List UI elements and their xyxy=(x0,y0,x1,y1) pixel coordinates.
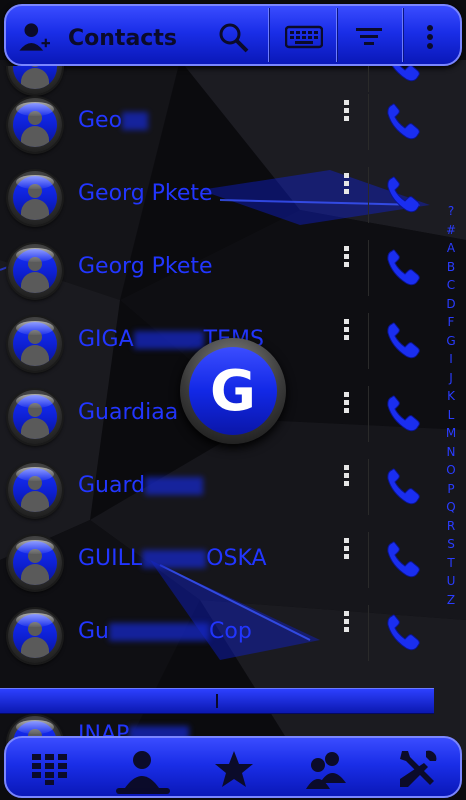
contact-avatar[interactable] xyxy=(8,98,62,152)
row-divider xyxy=(368,386,369,442)
alphabet-index-letter[interactable]: O xyxy=(440,461,462,480)
search-icon[interactable] xyxy=(216,20,250,54)
row-divider xyxy=(368,532,369,588)
alphabet-index-letter[interactable]: M xyxy=(440,424,462,443)
call-phone-icon[interactable] xyxy=(384,321,422,361)
keyboard-icon[interactable] xyxy=(284,20,324,54)
row-divider xyxy=(368,167,369,223)
alphabet-index-letter[interactable]: # xyxy=(440,221,462,240)
alphabet-index-letter[interactable]: S xyxy=(440,535,462,554)
contact-name: Gu Cop xyxy=(78,619,252,644)
alphabet-index-letter[interactable]: G xyxy=(440,332,462,351)
add-contact-icon[interactable] xyxy=(16,20,50,54)
list-item[interactable]: Georg Pkete xyxy=(0,232,466,305)
drag-handle-icon[interactable] xyxy=(344,100,350,124)
bottom-tab-bar xyxy=(4,736,462,798)
favorites-star-icon[interactable] xyxy=(204,744,264,794)
drag-handle-icon[interactable] xyxy=(344,173,350,197)
toolbar-divider xyxy=(268,8,270,62)
drag-handle-icon[interactable] xyxy=(344,538,350,562)
drag-handle-icon[interactable] xyxy=(344,465,350,489)
groups-icon[interactable] xyxy=(296,744,356,794)
row-divider xyxy=(368,94,369,150)
alphabet-index-letter[interactable]: B xyxy=(440,258,462,277)
list-item[interactable]: Gu Cop xyxy=(0,597,466,670)
drag-handle-icon[interactable] xyxy=(344,246,350,270)
list-item[interactable]: GUILL OSKA xyxy=(0,524,466,597)
call-phone-icon[interactable] xyxy=(384,613,422,653)
alphabet-index-letter[interactable]: K xyxy=(440,387,462,406)
contact-avatar[interactable] xyxy=(8,463,62,517)
contact-avatar[interactable] xyxy=(8,390,62,444)
call-phone-icon[interactable] xyxy=(384,175,422,215)
contact-avatar[interactable] xyxy=(8,171,62,225)
row-divider xyxy=(368,605,369,661)
call-phone-icon[interactable] xyxy=(384,467,422,507)
alphabet-index-letter[interactable]: ? xyxy=(440,202,462,221)
active-tab-indicator xyxy=(116,788,170,794)
contact-name: GUILL OSKA xyxy=(78,546,267,571)
page-title: Contacts xyxy=(68,26,177,51)
contact-icon[interactable] xyxy=(112,744,172,794)
top-toolbar: Contacts xyxy=(4,4,462,66)
call-phone-icon[interactable] xyxy=(384,66,422,84)
alphabet-index-letter[interactable]: P xyxy=(440,480,462,499)
alphabet-index-letter[interactable]: R xyxy=(440,517,462,536)
alphabet-index-letter[interactable]: I xyxy=(440,350,462,369)
alphabet-index[interactable]: ? # A B C D F G I J K L M N O P Q R S T U Z xyxy=(440,202,462,609)
list-item[interactable]: Georg Pkete xyxy=(0,159,466,232)
alphabet-index-letter[interactable]: F xyxy=(440,313,462,332)
contact-name: Guardiaa xyxy=(78,400,179,425)
redacted-text xyxy=(133,331,204,349)
contact-name: Geo xyxy=(78,108,149,133)
alphabet-index-letter[interactable]: Z xyxy=(440,591,462,610)
alphabet-index-letter[interactable]: A xyxy=(440,239,462,258)
row-divider xyxy=(368,240,369,296)
contact-name: Georg Pkete xyxy=(78,254,213,279)
row-divider xyxy=(368,459,369,515)
contact-avatar[interactable] xyxy=(8,536,62,590)
contact-avatar[interactable] xyxy=(8,244,62,298)
alphabet-index-letter[interactable]: C xyxy=(440,276,462,295)
alphabet-index-letter[interactable]: T xyxy=(440,554,462,573)
alphabet-index-letter[interactable]: Q xyxy=(440,498,462,517)
fast-scroll-letter: G xyxy=(189,347,277,435)
call-phone-icon[interactable] xyxy=(384,248,422,288)
sort-icon[interactable] xyxy=(352,20,386,54)
list-item[interactable]: Guard xyxy=(0,451,466,524)
drag-handle-icon[interactable] xyxy=(344,611,350,635)
redacted-text xyxy=(142,550,207,568)
scroll-slider-thumb[interactable] xyxy=(216,694,218,708)
contact-name: Georg Pkete xyxy=(78,181,213,206)
alphabet-index-letter[interactable]: D xyxy=(440,295,462,314)
contact-name: Guard xyxy=(78,473,204,498)
call-phone-icon[interactable] xyxy=(384,540,422,580)
drag-handle-icon[interactable] xyxy=(344,392,350,416)
list-item[interactable]: Geo xyxy=(0,86,466,159)
alphabet-index-letter[interactable]: N xyxy=(440,443,462,462)
redacted-text xyxy=(109,623,209,641)
scroll-slider[interactable] xyxy=(0,688,434,714)
alphabet-index-letter[interactable]: J xyxy=(440,369,462,388)
drag-handle-icon[interactable] xyxy=(344,319,350,343)
contact-avatar[interactable] xyxy=(8,609,62,663)
overflow-menu-icon[interactable] xyxy=(418,20,442,54)
call-phone-icon[interactable] xyxy=(384,102,422,142)
dialpad-icon[interactable] xyxy=(20,744,80,794)
contact-avatar[interactable] xyxy=(8,317,62,371)
fast-scroll-letter-bubble: G xyxy=(180,338,286,444)
alphabet-index-letter[interactable]: U xyxy=(440,572,462,591)
redacted-text xyxy=(122,112,149,130)
row-divider xyxy=(368,313,369,369)
toolbar-divider xyxy=(402,8,404,62)
redacted-text xyxy=(145,477,204,495)
settings-tools-icon[interactable] xyxy=(388,744,448,794)
call-phone-icon[interactable] xyxy=(384,394,422,434)
toolbar-divider xyxy=(336,8,338,62)
alphabet-index-letter[interactable]: L xyxy=(440,406,462,425)
